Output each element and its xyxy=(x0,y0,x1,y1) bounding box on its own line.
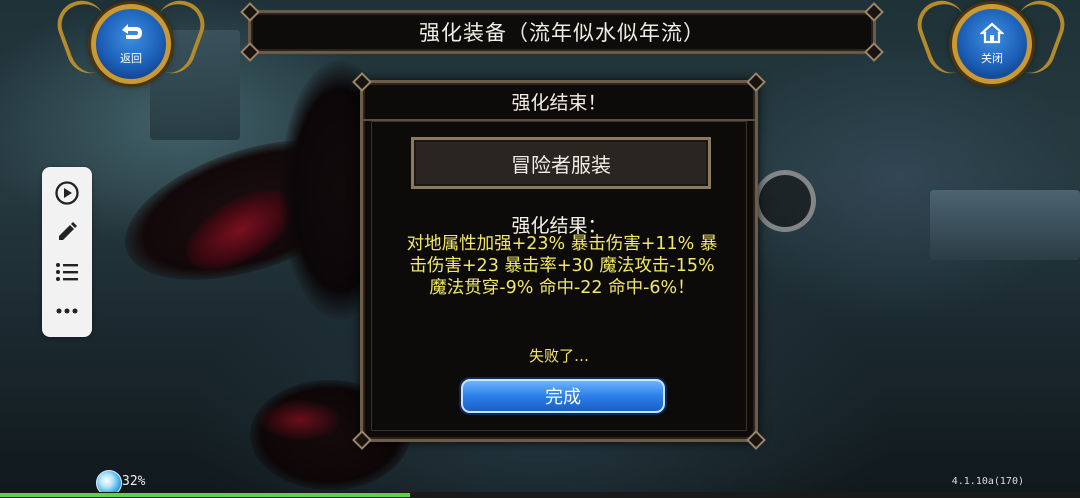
pencil-icon[interactable] xyxy=(52,217,82,247)
done-button-label: 完成 xyxy=(545,387,581,408)
dialog-title: 强化结束！ xyxy=(363,83,755,121)
more-horizontal-icon[interactable] xyxy=(52,296,82,326)
background-stone xyxy=(930,190,1080,260)
page-title-bar: 强化装备（流年似水似年流） xyxy=(240,2,884,62)
home-icon xyxy=(979,22,1005,48)
back-arrow-icon xyxy=(118,22,144,48)
item-name-box: 冒险者服装 xyxy=(411,137,711,189)
result-stats: 对地属性加强+23% 暴击伤害+11% 暴 击伤害+23 暴击率+30 魔法攻击… xyxy=(377,233,747,299)
virtual-joystick[interactable] xyxy=(754,170,816,232)
done-button[interactable]: 完成 xyxy=(461,379,665,413)
result-line: 击伤害+23 暴击率+30 魔法攻击-15% xyxy=(409,256,715,276)
close-button[interactable]: 关闭 xyxy=(952,4,1032,84)
back-button-label: 返回 xyxy=(120,52,142,65)
result-line: 对地属性加强+23% 暴击伤害+11% 暴 xyxy=(406,234,718,254)
version-label: 4.1.10a(170) xyxy=(951,476,1024,487)
experience-bar xyxy=(0,492,1080,498)
result-line: 魔法贯穿-9% 命中-22 命中-6%！ xyxy=(429,278,695,298)
page-title: 强化装备（流年似水似年流） xyxy=(419,21,705,45)
background-vine xyxy=(260,400,340,440)
back-button[interactable]: 返回 xyxy=(91,4,171,84)
side-toolbar xyxy=(42,167,92,337)
play-circle-icon[interactable] xyxy=(52,178,82,208)
experience-bar-fill xyxy=(0,493,411,497)
percent-readout: 32% xyxy=(122,474,146,489)
item-name: 冒险者服装 xyxy=(511,152,611,177)
status-text: 失败了… xyxy=(528,347,589,365)
enhance-result-dialog: 强化结束！ 冒险者服装 强化结果： 对地属性加强+23% 暴击伤害+11% 暴 … xyxy=(352,72,766,450)
list-icon[interactable] xyxy=(52,257,82,287)
close-button-label: 关闭 xyxy=(981,52,1003,65)
